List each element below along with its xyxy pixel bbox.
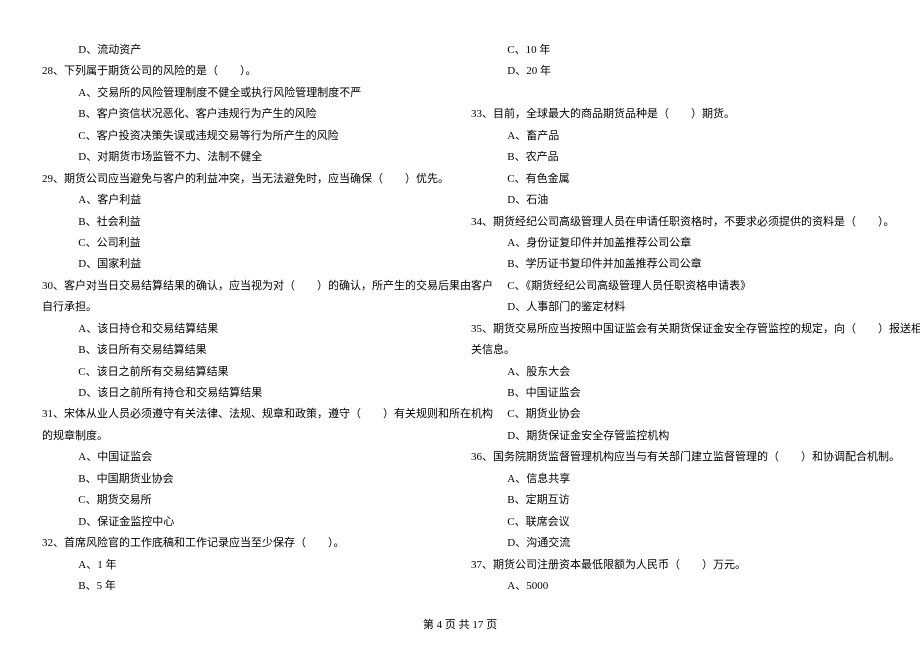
blank-line (471, 83, 878, 104)
option-d: D、流动资产 (42, 40, 449, 61)
option-a: A、中国证监会 (42, 447, 449, 468)
question-30-stem-line-2: 自行承担。 (42, 297, 449, 318)
option-d: D、20 年 (471, 61, 878, 82)
option-a: A、股东大会 (471, 362, 878, 383)
option-b: B、农产品 (471, 147, 878, 168)
option-a: A、交易所的风险管理制度不健全或执行风险管理制度不严 (42, 83, 449, 104)
option-b: B、5 年 (42, 576, 449, 597)
question-33-stem: 33、目前，全球最大的商品期货品种是（ ）期货。 (471, 104, 878, 125)
option-c: C、公司利益 (42, 233, 449, 254)
option-c: C、《期货经纪公司高级管理人员任职资格申请表》 (471, 276, 878, 297)
option-b: B、中国期货业协会 (42, 469, 449, 490)
question-30-stem-line-1: 30、客户对当日交易结算结果的确认，应当视为对（ ）的确认，所产生的交易后果由客… (42, 276, 449, 297)
option-d: D、石油 (471, 190, 878, 211)
question-36-stem: 36、国务院期货监督管理机构应当与有关部门建立监督管理的（ ）和协调配合机制。 (471, 447, 878, 468)
option-d: D、对期货市场监管不力、法制不健全 (42, 147, 449, 168)
question-34-stem: 34、期货经纪公司高级管理人员在申请任职资格时，不要求必须提供的资料是（ ）。 (471, 212, 878, 233)
option-a: A、5000 (471, 576, 878, 597)
option-d: D、保证金监控中心 (42, 512, 449, 533)
option-a: A、信息共享 (471, 469, 878, 490)
option-c: C、该日之前所有交易结算结果 (42, 362, 449, 383)
option-a: A、1 年 (42, 555, 449, 576)
option-b: B、学历证书复印件并加盖推荐公司公章 (471, 254, 878, 275)
page-footer: 第 4 页 共 17 页 (42, 615, 878, 636)
option-c: C、联席会议 (471, 512, 878, 533)
option-b: B、社会利益 (42, 212, 449, 233)
option-a: A、畜产品 (471, 126, 878, 147)
option-d: D、国家利益 (42, 254, 449, 275)
option-d: D、沟通交流 (471, 533, 878, 554)
option-d: D、期货保证金安全存管监控机构 (471, 426, 878, 447)
question-37-stem: 37、期货公司注册资本最低限额为人民币（ ）万元。 (471, 555, 878, 576)
option-b: B、中国证监会 (471, 383, 878, 404)
option-c: C、有色金属 (471, 169, 878, 190)
option-a: A、该日持仓和交易结算结果 (42, 319, 449, 340)
option-d: D、人事部门的鉴定材料 (471, 297, 878, 318)
option-d: D、该日之前所有持仓和交易结算结果 (42, 383, 449, 404)
option-c: C、客户投资决策失误或违规交易等行为所产生的风险 (42, 126, 449, 147)
option-a: A、身份证复印件并加盖推荐公司公章 (471, 233, 878, 254)
option-b: B、客户资信状况恶化、客户违规行为产生的风险 (42, 104, 449, 125)
option-a: A、客户利益 (42, 190, 449, 211)
question-35-stem-line-2: 关信息。 (471, 340, 878, 361)
two-column-body: D、流动资产 28、下列属于期货公司的风险的是（ ）。 A、交易所的风险管理制度… (42, 40, 878, 600)
question-29-stem: 29、期货公司应当避免与客户的利益冲突，当无法避免时，应当确保（ ）优先。 (42, 169, 449, 190)
question-35-stem-line-1: 35、期货交易所应当按照中国证监会有关期货保证金安全存管监控的规定，向（ ）报送… (471, 319, 878, 340)
option-c: C、期货业协会 (471, 404, 878, 425)
question-28-stem: 28、下列属于期货公司的风险的是（ ）。 (42, 61, 449, 82)
option-c: C、期货交易所 (42, 490, 449, 511)
option-b: B、该日所有交易结算结果 (42, 340, 449, 361)
question-31-stem-line-1: 31、宋体从业人员必须遵守有关法律、法规、规章和政策，遵守（ ）有关规则和所在机… (42, 404, 449, 425)
option-b: B、定期互访 (471, 490, 878, 511)
question-31-stem-line-2: 的规章制度。 (42, 426, 449, 447)
question-32-stem: 32、首席风险官的工作底稿和工作记录应当至少保存（ ）。 (42, 533, 449, 554)
option-c: C、10 年 (471, 40, 878, 61)
